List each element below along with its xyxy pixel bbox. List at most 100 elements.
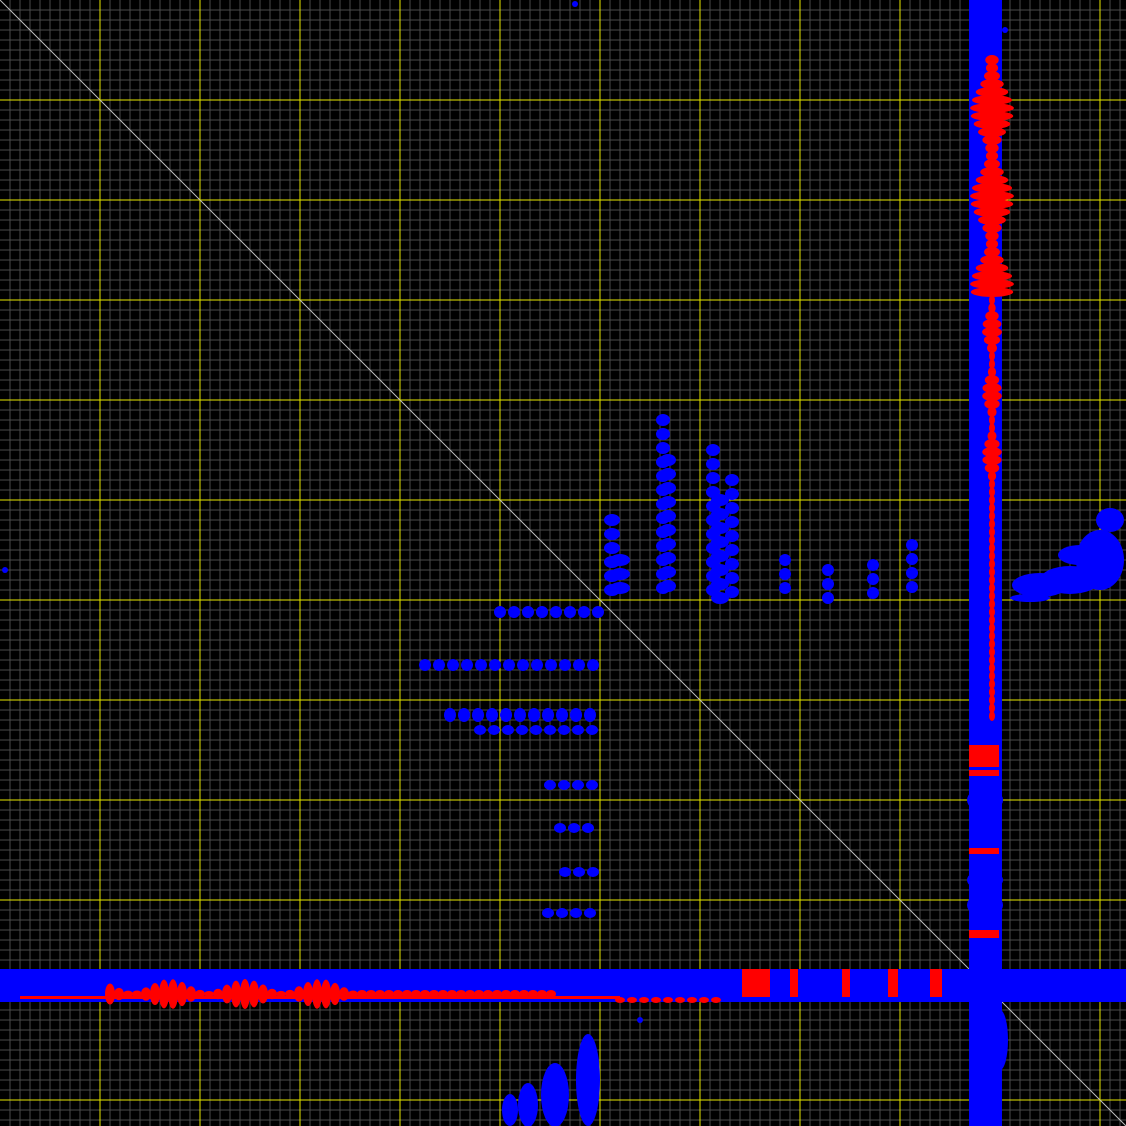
- blue-dot-mark: [2, 567, 8, 573]
- blue-streak-mark: [656, 414, 670, 426]
- red-signal-mark: [675, 997, 685, 1003]
- blue-streak-mark: [500, 708, 512, 722]
- blue-streak-mark: [660, 538, 676, 550]
- blue-streak-mark: [706, 458, 720, 470]
- blue-cluster-mark: [1010, 594, 1050, 602]
- blue-streak-mark: [610, 582, 630, 594]
- blue-streak-mark: [486, 708, 498, 722]
- blue-streak-mark: [660, 510, 676, 522]
- blue-streak-mark: [660, 496, 676, 508]
- blue-streak-mark: [559, 867, 571, 877]
- red-signal-mark: [639, 997, 649, 1003]
- blue-streak-mark: [444, 708, 456, 722]
- red-signal-mark: [711, 997, 721, 1003]
- red-signal-mark: [249, 980, 259, 1008]
- red-signal-mark: [231, 980, 241, 1008]
- blue-streak-mark: [536, 606, 548, 618]
- blue-cluster-mark: [576, 1034, 600, 1126]
- blue-streak-mark: [503, 659, 515, 671]
- blue-streak-mark: [528, 708, 540, 722]
- blue-streak-mark: [604, 528, 620, 540]
- blue-streak-mark: [514, 708, 526, 722]
- blue-streak-mark: [610, 554, 630, 566]
- red-signal-mark: [258, 984, 268, 1004]
- red-signal-mark: [168, 979, 178, 1009]
- blue-cluster-mark: [502, 1094, 518, 1126]
- blue-streak-mark: [564, 606, 576, 618]
- blue-streak-mark: [660, 468, 676, 480]
- blue-streak-mark: [461, 659, 473, 671]
- blue-bead-mark: [967, 870, 1003, 890]
- blue-streak-mark: [725, 502, 739, 514]
- blue-streak-mark: [587, 867, 599, 877]
- blue-streak-mark: [725, 586, 739, 598]
- blue-streak-mark: [822, 578, 834, 590]
- red-signal-mark: [687, 997, 697, 1003]
- dot-plot-viewer[interactable]: [0, 0, 1126, 1126]
- red-band-segment: [742, 969, 770, 997]
- blue-streak-mark: [906, 567, 918, 579]
- blue-streak-mark: [586, 780, 598, 790]
- blue-streak-mark: [725, 516, 739, 528]
- red-signal-mark: [159, 979, 169, 1009]
- red-signal-mark: [177, 981, 187, 1007]
- blue-streak-mark: [516, 725, 528, 735]
- blue-streak-mark: [475, 659, 487, 671]
- blue-streak-mark: [559, 659, 571, 671]
- blue-streak-mark: [558, 780, 570, 790]
- red-signal-mark: [330, 982, 340, 1006]
- blue-streak-mark: [522, 606, 534, 618]
- blue-streak-mark: [867, 573, 879, 585]
- blue-streak-mark: [556, 708, 568, 722]
- blue-streak-mark: [447, 659, 459, 671]
- blue-streak-mark: [660, 566, 676, 578]
- red-band-segment: [930, 969, 942, 997]
- blue-streak-mark: [660, 552, 676, 564]
- red-signal-mark: [150, 982, 160, 1006]
- blue-streak-mark: [474, 725, 486, 735]
- blue-streak-mark: [906, 539, 918, 551]
- blue-streak-mark: [660, 524, 676, 536]
- red-signal-mark: [294, 986, 304, 1002]
- blue-cluster-mark: [992, 1010, 1008, 1070]
- blue-dot-mark: [1002, 27, 1008, 33]
- red-band-segment: [969, 848, 999, 854]
- red-signal-mark: [615, 997, 625, 1003]
- blue-streak-mark: [544, 780, 556, 790]
- red-signal-mark: [627, 997, 637, 1003]
- red-signal-mark: [989, 711, 995, 721]
- red-band-segment: [969, 745, 999, 767]
- blue-streak-mark: [554, 823, 566, 833]
- blue-streak-mark: [706, 472, 720, 484]
- blue-streak-mark: [584, 708, 596, 722]
- blue-streak-mark: [544, 725, 556, 735]
- blue-streak-mark: [489, 659, 501, 671]
- blue-streak-mark: [578, 606, 590, 618]
- red-signal-mark: [321, 979, 331, 1009]
- blue-streak-mark: [867, 587, 879, 599]
- blue-streak-mark: [572, 725, 584, 735]
- blue-streak-mark: [604, 514, 620, 526]
- dot-plot-canvas[interactable]: [0, 0, 1126, 1126]
- blue-streak-mark: [542, 708, 554, 722]
- blue-streak-mark: [656, 428, 670, 440]
- blue-cluster-mark: [541, 1063, 569, 1126]
- blue-streak-mark: [419, 659, 431, 671]
- blue-streak-mark: [906, 553, 918, 565]
- blue-streak-mark: [550, 606, 562, 618]
- blue-streak-mark: [545, 659, 557, 671]
- blue-streak-mark: [592, 606, 604, 618]
- red-signal-mark: [651, 997, 661, 1003]
- blue-streak-mark: [660, 580, 676, 592]
- blue-streak-mark: [582, 823, 594, 833]
- blue-streak-mark: [779, 568, 791, 580]
- red-band-segment: [790, 969, 798, 997]
- red-band-segment: [888, 969, 898, 997]
- red-signal-mark: [186, 986, 196, 1002]
- blue-streak-mark: [458, 708, 470, 722]
- blue-dot-mark: [1037, 995, 1043, 1001]
- blue-streak-mark: [568, 823, 580, 833]
- blue-streak-mark: [906, 581, 918, 593]
- red-band-segment: [842, 969, 850, 997]
- blue-cluster-mark: [1096, 508, 1124, 532]
